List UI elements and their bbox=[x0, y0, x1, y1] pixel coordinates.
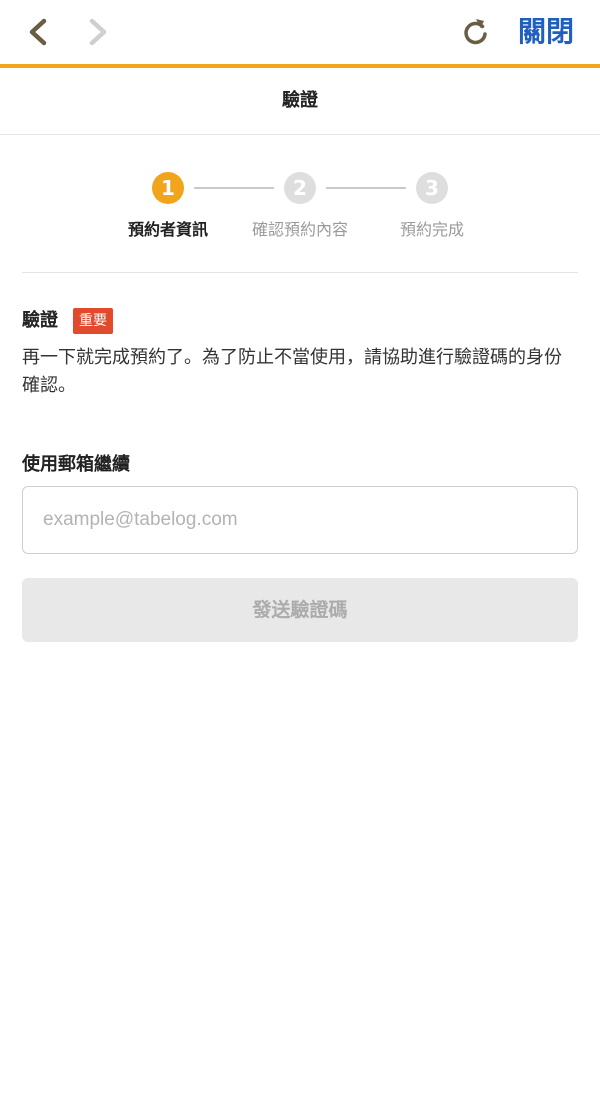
chevron-left-icon bbox=[20, 12, 60, 52]
email-label: 使用郵箱繼續 bbox=[22, 454, 130, 475]
chevron-right-icon bbox=[76, 12, 116, 52]
step-2-indicator: 2 bbox=[284, 172, 316, 204]
step-1-indicator: 1 bbox=[152, 172, 184, 204]
email-input[interactable] bbox=[22, 486, 578, 554]
reload-icon bbox=[456, 12, 496, 52]
send-code-button[interactable]: 發送驗證碼 bbox=[22, 578, 578, 642]
section-divider bbox=[22, 272, 578, 273]
step-connector bbox=[194, 187, 274, 189]
browser-toolbar: 關閉 bbox=[0, 0, 600, 68]
step-1-label: 預約者資訊 bbox=[127, 220, 208, 239]
step-connector bbox=[326, 187, 406, 189]
step-3-label: 預約完成 bbox=[399, 220, 464, 239]
reload-button[interactable] bbox=[456, 12, 496, 52]
important-badge: 重要 bbox=[73, 308, 113, 334]
back-button[interactable] bbox=[20, 12, 60, 52]
verification-title: 驗證 bbox=[22, 310, 58, 331]
progress-stepper: 1 2 3 預約者資訊 確認預約內容 預約完成 bbox=[0, 168, 600, 248]
close-button[interactable]: 關閉 bbox=[518, 14, 574, 50]
forward-button[interactable] bbox=[76, 12, 116, 52]
step-2-label: 確認預約內容 bbox=[251, 220, 348, 239]
verification-description: 再一下就完成預約了。為了防止不當使用，請協助進行驗證碼的身份確認。 bbox=[22, 347, 562, 396]
page-title: 驗證 bbox=[0, 68, 600, 135]
step-3-indicator: 3 bbox=[416, 172, 448, 204]
